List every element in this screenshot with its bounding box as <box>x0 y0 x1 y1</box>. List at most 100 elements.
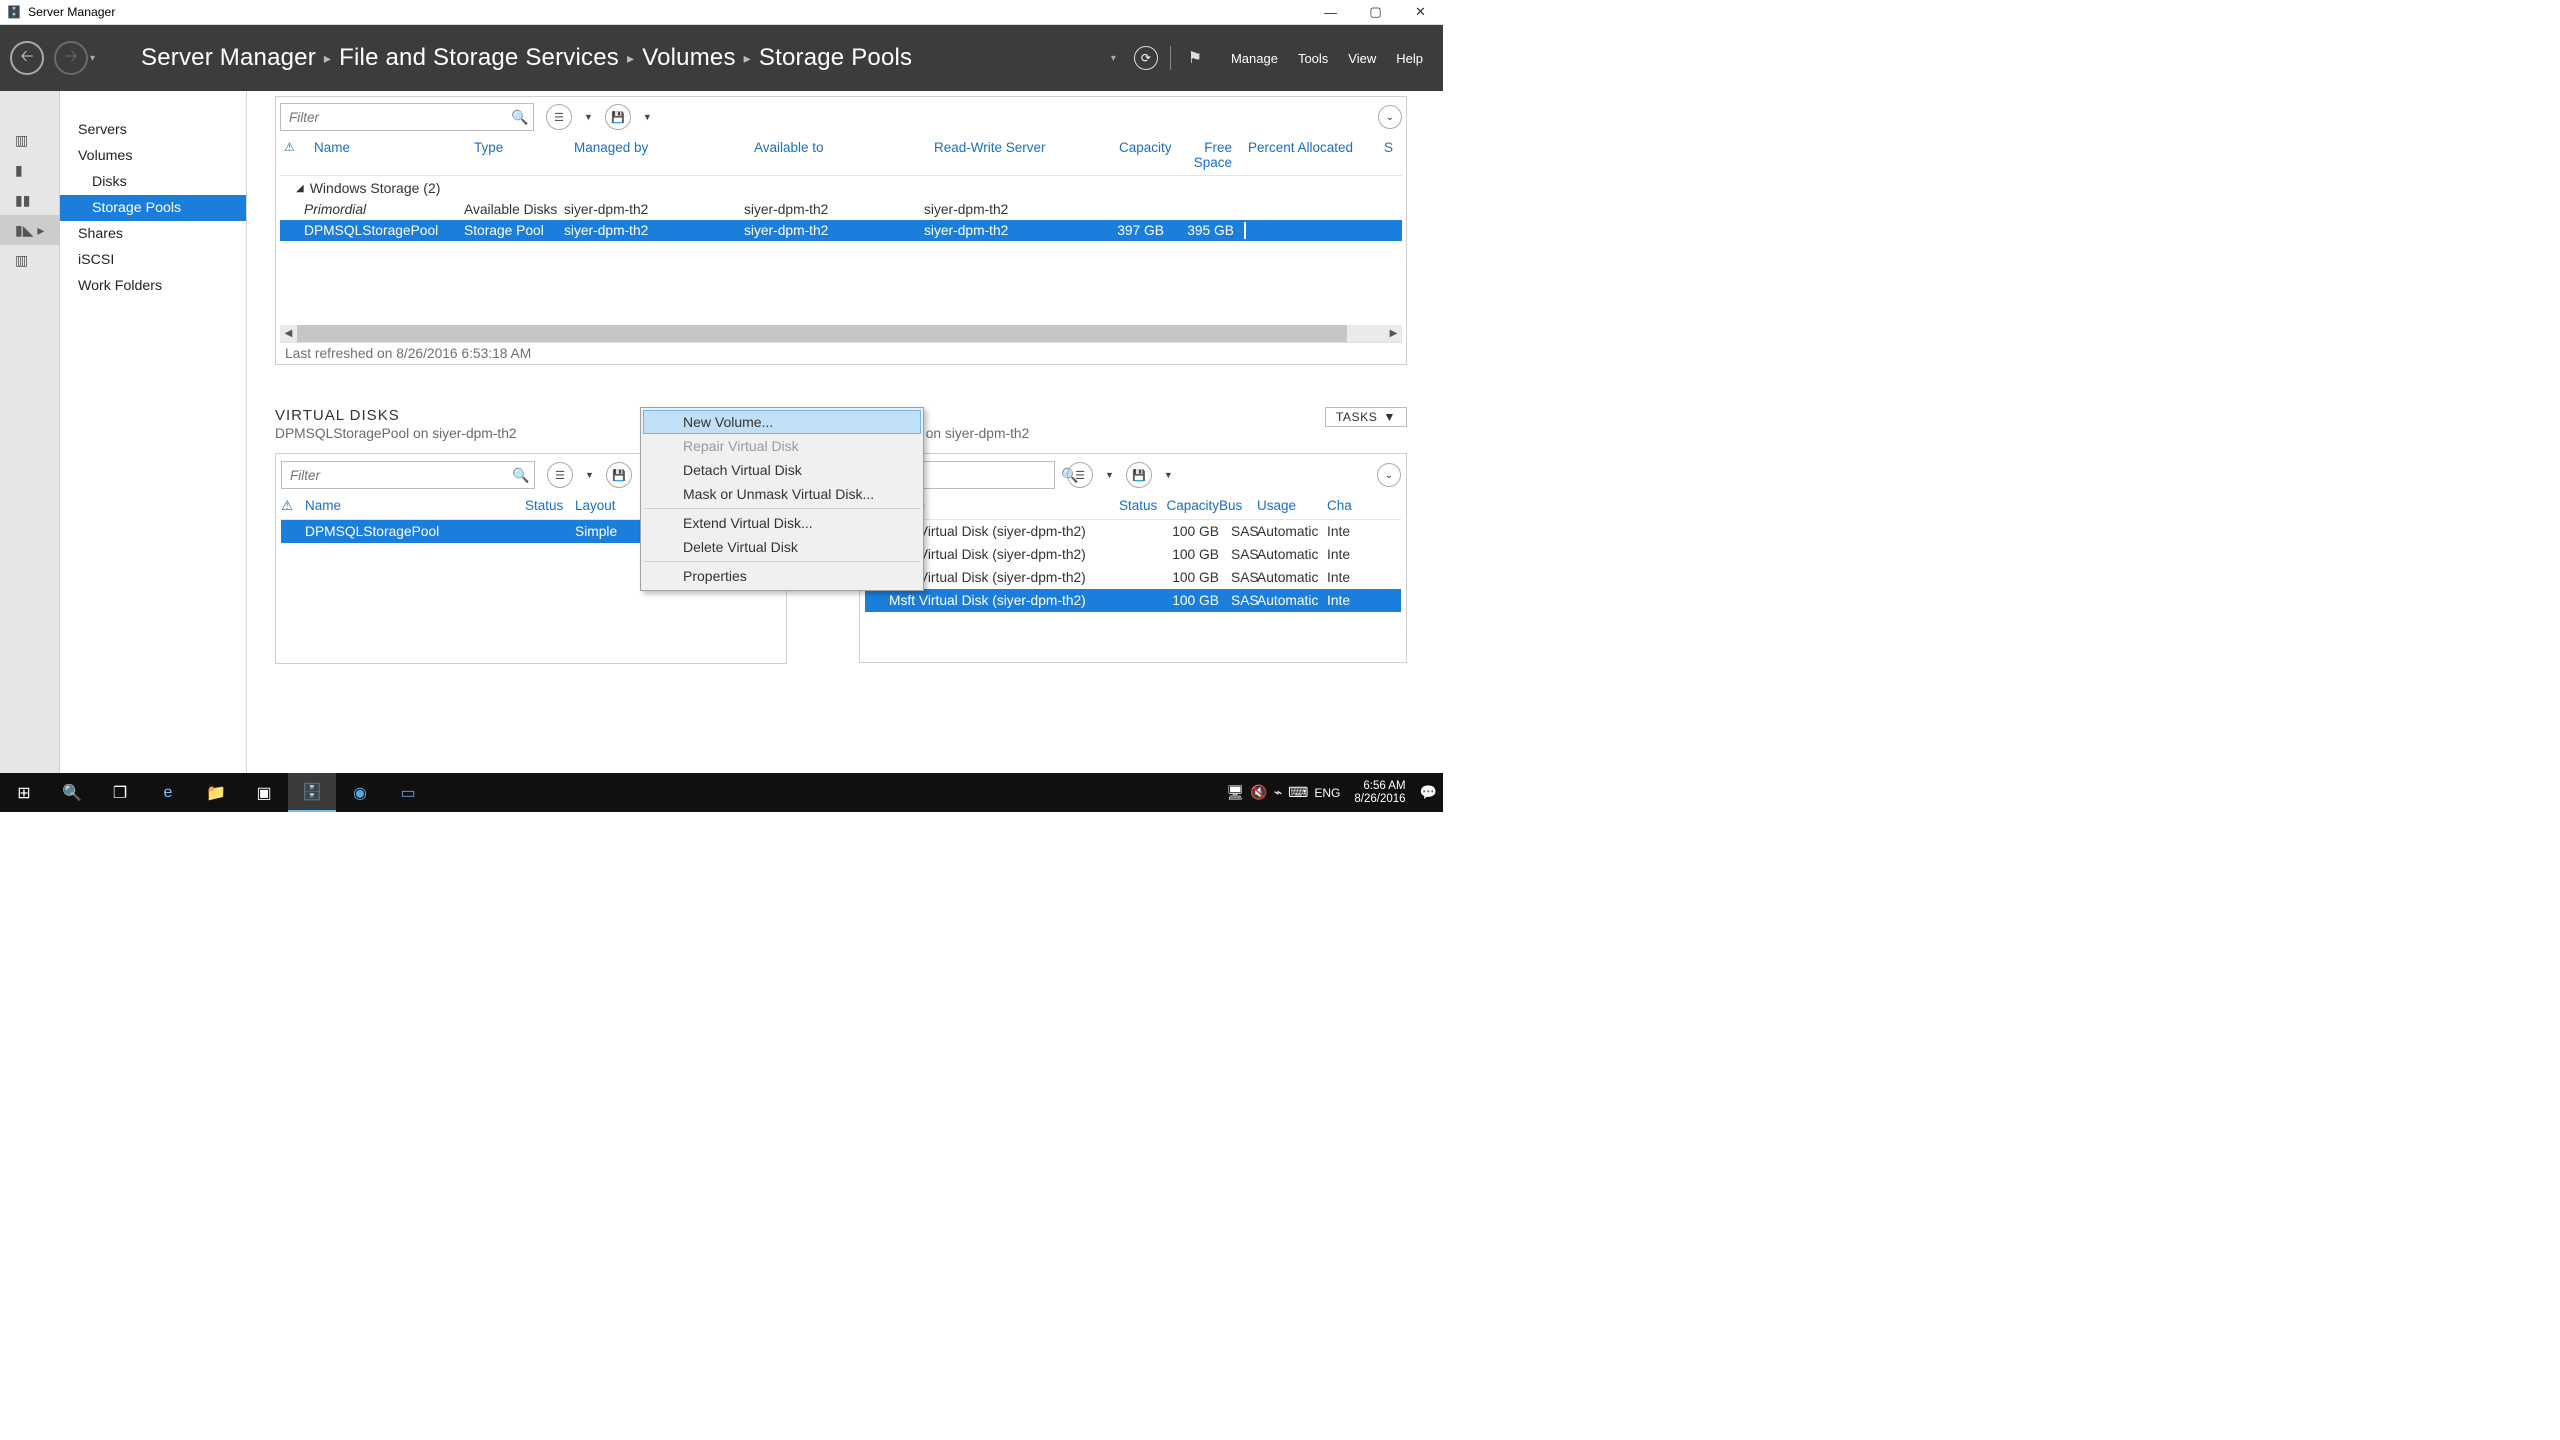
pd-col-bus[interactable]: Bus <box>1219 498 1257 514</box>
rail-dashboard-icon[interactable]: ▥ <box>0 125 60 155</box>
notifications-icon[interactable]: 💬 <box>1420 784 1437 801</box>
flag-icon[interactable]: ⚑ <box>1183 46 1207 70</box>
pd-expand-button[interactable]: ⌄ <box>1377 463 1401 487</box>
vd-col-layout[interactable]: Layout <box>575 498 635 514</box>
rail-server-icon[interactable]: ▮ <box>0 155 60 185</box>
menu-manage[interactable]: Manage <box>1231 51 1278 66</box>
rail-other-icon[interactable]: ▥ <box>0 245 60 275</box>
chevron-down-icon[interactable]: ▼ <box>643 112 652 122</box>
filter-box[interactable]: 🔍 <box>280 103 534 131</box>
vd-col-status[interactable]: Status <box>525 498 575 514</box>
save-options-button[interactable]: 💾 <box>605 104 631 130</box>
sidenav-item[interactable]: Disks <box>60 169 246 195</box>
pd-table-row[interactable]: Msft Virtual Disk (siyer-dpm-th2)100 GBS… <box>865 589 1401 612</box>
menu-tools[interactable]: Tools <box>1298 51 1328 66</box>
context-menu-item[interactable]: New Volume... <box>643 410 921 434</box>
minimize-button[interactable]: — <box>1308 0 1353 25</box>
rail-storage-icon[interactable]: ▮◣ ▸ <box>0 215 60 245</box>
pd-save-options-button[interactable]: 💾 <box>1126 462 1152 488</box>
pd-table-row[interactable]: Msft Virtual Disk (siyer-dpm-th2)100 GBS… <box>865 543 1401 566</box>
explorer-icon[interactable]: 📁 <box>192 773 240 812</box>
status-column-icon[interactable]: ⚠ <box>281 498 305 514</box>
menu-view[interactable]: View <box>1348 51 1376 66</box>
context-menu-item[interactable]: Properties <box>643 564 921 588</box>
start-button[interactable]: ⊞ <box>0 773 48 812</box>
pd-col-usage[interactable]: Usage <box>1257 498 1327 514</box>
col-managed[interactable]: Managed by <box>568 140 748 170</box>
pool-table-row[interactable]: PrimordialAvailable Diskssiyer-dpm-th2si… <box>280 199 1402 220</box>
pd-table-row[interactable]: Msft Virtual Disk (siyer-dpm-th2)100 GBS… <box>865 520 1401 543</box>
pd-table-header: ⚠ Name Status Capacity Bus Usage Cha <box>865 493 1401 520</box>
keyboard-icon[interactable]: ⌨ <box>1288 784 1308 801</box>
list-options-button[interactable]: ☰ <box>546 104 572 130</box>
action-center-icon[interactable]: ⌁ <box>1274 784 1282 801</box>
sidenav-item[interactable]: iSCSI <box>60 247 246 273</box>
status-dropdown[interactable]: ▾ <box>1111 53 1116 64</box>
crumb-3[interactable]: Storage Pools <box>759 44 912 72</box>
refresh-button[interactable]: ⟳ <box>1134 46 1158 70</box>
app-icon-1[interactable]: ◉ <box>336 773 384 812</box>
search-icon[interactable]: 🔍 <box>508 467 534 484</box>
expand-collapse-button[interactable]: ⌄ <box>1378 105 1402 129</box>
context-menu-item[interactable]: Detach Virtual Disk <box>643 458 921 482</box>
collapse-triangle-icon[interactable]: ◢ <box>296 183 304 194</box>
sidenav-item[interactable]: Storage Pools <box>60 195 246 221</box>
maximize-button[interactable]: ▢ <box>1353 0 1398 25</box>
cmd-icon[interactable]: ▣ <box>240 773 288 812</box>
pd-col-cha[interactable]: Cha <box>1327 498 1357 514</box>
col-cap[interactable]: Capacity <box>1113 140 1168 170</box>
col-avail[interactable]: Available to <box>748 140 928 170</box>
scroll-right-arrow[interactable]: ▶ <box>1385 328 1402 339</box>
col-type[interactable]: Type <box>468 140 568 170</box>
clock[interactable]: 6:56 AM 8/26/2016 <box>1346 780 1413 805</box>
pool-table-row[interactable]: DPMSQLStoragePoolStorage Poolsiyer-dpm-t… <box>280 220 1402 241</box>
search-icon[interactable]: 🔍 <box>507 109 533 126</box>
menu-help[interactable]: Help <box>1396 51 1423 66</box>
crumb-2[interactable]: Volumes <box>642 44 735 72</box>
context-menu-item[interactable]: Delete Virtual Disk <box>643 535 921 559</box>
crumb-1[interactable]: File and Storage Services <box>339 44 619 72</box>
status-column-icon[interactable]: ⚠ <box>284 140 308 170</box>
horizontal-scrollbar[interactable]: ◀ ▶ <box>280 325 1402 342</box>
vd-filter-box[interactable]: 🔍 <box>281 461 535 489</box>
rail-servers-icon[interactable]: ▮▮ <box>0 185 60 215</box>
app-icon-2[interactable]: ▭ <box>384 773 432 812</box>
vd-list-options-button[interactable]: ☰ <box>547 462 573 488</box>
ie-icon[interactable]: e <box>144 773 192 812</box>
col-alloc[interactable]: Percent Allocated <box>1238 140 1378 170</box>
scroll-thumb[interactable] <box>297 325 1347 342</box>
pool-group-row[interactable]: ◢ Windows Storage (2) <box>280 176 1402 199</box>
tasks-dropdown-button[interactable]: TASKS ▼ <box>1325 407 1407 427</box>
network-icon[interactable]: 🖥 <box>1227 784 1245 801</box>
col-name[interactable]: Name <box>308 140 468 170</box>
nav-history-dropdown[interactable]: ▾ <box>90 53 95 64</box>
crumb-0[interactable]: Server Manager <box>141 44 316 72</box>
filter-input[interactable] <box>281 110 507 125</box>
pd-list-options-button[interactable]: ☰ <box>1067 462 1093 488</box>
nav-forward-button[interactable]: 🡢 <box>54 41 88 75</box>
scroll-left-arrow[interactable]: ◀ <box>280 328 297 339</box>
pd-col-status[interactable]: Status <box>1119 498 1159 514</box>
sidenav-item[interactable]: Volumes <box>60 143 246 169</box>
pd-table-row[interactable]: Msft Virtual Disk (siyer-dpm-th2)100 GBS… <box>865 566 1401 589</box>
vd-col-name[interactable]: Name <box>305 498 525 514</box>
sidenav-item[interactable]: Work Folders <box>60 273 246 299</box>
col-s[interactable]: S <box>1378 140 1398 170</box>
search-button[interactable]: 🔍 <box>48 773 96 812</box>
chevron-down-icon[interactable]: ▼ <box>584 112 593 122</box>
col-free[interactable]: Free Space <box>1168 140 1238 170</box>
server-manager-taskbar-icon[interactable]: 🗄️ <box>288 773 336 812</box>
context-menu-item[interactable]: Mask or Unmask Virtual Disk... <box>643 482 921 506</box>
context-menu-item[interactable]: Extend Virtual Disk... <box>643 511 921 535</box>
close-button[interactable]: ✕ <box>1398 0 1443 25</box>
vd-filter-input[interactable] <box>282 468 508 483</box>
nav-back-button[interactable]: 🡠 <box>10 41 44 75</box>
sidenav-item[interactable]: Servers <box>60 117 246 143</box>
language-indicator[interactable]: ENG <box>1314 786 1340 800</box>
volume-icon[interactable]: 🔇 <box>1250 784 1267 801</box>
task-view-button[interactable]: ❐ <box>96 773 144 812</box>
sidenav-item[interactable]: Shares <box>60 221 246 247</box>
vd-save-options-button[interactable]: 💾 <box>606 462 632 488</box>
pd-col-cap[interactable]: Capacity <box>1159 498 1219 514</box>
col-rw[interactable]: Read-Write Server <box>928 140 1113 170</box>
